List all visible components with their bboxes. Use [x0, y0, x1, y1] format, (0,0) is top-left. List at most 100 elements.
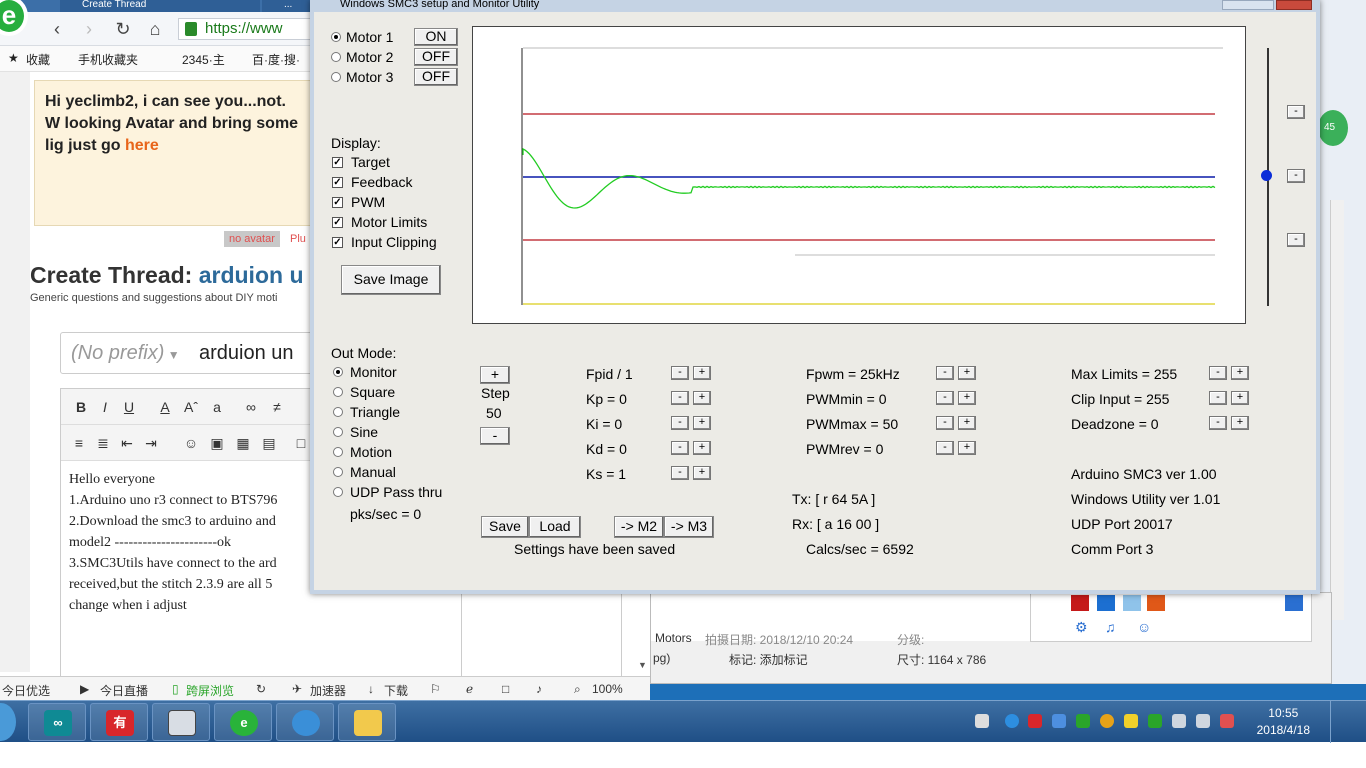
taskbar-browser[interactable]: e	[214, 703, 272, 741]
status-zoom[interactable]: 100%	[592, 682, 623, 696]
font-family-icon[interactable]: a	[207, 397, 227, 417]
copy-to-m2-button[interactable]: -> M2	[614, 516, 664, 538]
bold-icon[interactable]: B	[71, 397, 91, 417]
save-image-button[interactable]: Save Image	[341, 265, 441, 295]
smiley-icon[interactable]: ☺	[181, 433, 201, 453]
slider-knob[interactable]	[1261, 170, 1272, 181]
status-live[interactable]: 今日直播	[100, 682, 148, 699]
quote-icon[interactable]: ▤	[259, 433, 279, 453]
motor1-radio[interactable]	[331, 32, 341, 42]
windows-icon[interactable]	[1285, 595, 1303, 611]
pwmrev-plus-button[interactable]: +	[958, 441, 976, 455]
clip-input-plus-button[interactable]: +	[1231, 391, 1249, 405]
clip-input-minus-button[interactable]: -	[1209, 391, 1227, 405]
pwmmax-minus-button[interactable]: -	[936, 416, 954, 430]
tray-cloud-icon[interactable]	[1052, 714, 1066, 728]
side-button-mid[interactable]: -	[1287, 169, 1305, 183]
start-button[interactable]	[0, 703, 16, 741]
floating-badge-icon[interactable]: 45	[1318, 110, 1348, 146]
mute-icon[interactable]	[1220, 714, 1234, 728]
background-scrollbar[interactable]	[1330, 200, 1344, 620]
fav-mobile[interactable]: 手机收藏夹	[78, 51, 138, 68]
deadzone-plus-button[interactable]: +	[1231, 416, 1249, 430]
input-clipping-checkbox[interactable]: ✓	[332, 237, 343, 248]
tmall-icon[interactable]	[1071, 595, 1089, 611]
fpid-plus-button[interactable]: +	[693, 366, 711, 380]
bullet-list-icon[interactable]: ≡	[69, 433, 89, 453]
sale-icon[interactable]	[1147, 595, 1165, 611]
side-button-bottom[interactable]: -	[1287, 233, 1305, 247]
fav-collect[interactable]: 收藏	[26, 51, 50, 68]
max-limits-plus-button[interactable]: +	[1231, 366, 1249, 380]
refresh-icon[interactable]: ↻	[112, 18, 134, 40]
status-youxuan[interactable]: 今日优选	[2, 682, 50, 699]
status-cross-screen[interactable]: 跨屏浏览	[186, 682, 234, 699]
speaker-icon[interactable]: ♪	[536, 682, 542, 696]
prefix-select[interactable]: (No prefix) ▼	[71, 342, 180, 365]
pwmrev-minus-button[interactable]: -	[936, 441, 954, 455]
mode-triangle-radio[interactable]	[333, 407, 343, 417]
close-button[interactable]	[1276, 0, 1312, 10]
underline-icon[interactable]: U	[119, 397, 139, 417]
kd-minus-button[interactable]: -	[671, 441, 689, 455]
fav-baidu[interactable]: 百·度·搜·	[252, 51, 300, 68]
mode-monitor-radio[interactable]	[333, 367, 343, 377]
status-download[interactable]: 下载	[384, 682, 408, 699]
minimize-maximize-buttons[interactable]	[1222, 0, 1274, 10]
ks-plus-button[interactable]: +	[693, 466, 711, 480]
image-icon[interactable]: ▣	[207, 433, 227, 453]
status-accelerator[interactable]: 加速器	[310, 682, 346, 699]
motor1-toggle-button[interactable]: ON	[414, 28, 458, 46]
motor2-radio[interactable]	[331, 52, 341, 62]
taskbar-qq[interactable]	[276, 703, 334, 741]
mode-motion-radio[interactable]	[333, 447, 343, 457]
tab-create-thread[interactable]: Create Thread	[60, 0, 260, 12]
tray-green-icon[interactable]	[1076, 714, 1090, 728]
network-icon[interactable]	[1123, 595, 1141, 611]
load-button[interactable]: Load	[529, 516, 581, 538]
unlink-icon[interactable]: ≠	[267, 397, 287, 417]
window-icon[interactable]: □	[502, 682, 509, 696]
save-draft-icon[interactable]: □	[291, 433, 311, 453]
pwmmin-minus-button[interactable]: -	[936, 391, 954, 405]
save-button[interactable]: Save	[481, 516, 529, 538]
font-color-icon[interactable]: A	[155, 397, 175, 417]
mode-sine-radio[interactable]	[333, 427, 343, 437]
fpwm-plus-button[interactable]: +	[958, 366, 976, 380]
pwmmax-plus-button[interactable]: +	[958, 416, 976, 430]
number-list-icon[interactable]: ≣	[93, 433, 113, 453]
motor3-toggle-button[interactable]: OFF	[414, 68, 458, 86]
signal-icon[interactable]	[1196, 714, 1210, 728]
motor-limits-checkbox[interactable]: ✓	[332, 217, 343, 228]
ki-minus-button[interactable]: -	[671, 416, 689, 430]
clock[interactable]: 10:55 2018/4/18	[1257, 705, 1310, 739]
settings-icon[interactable]: ⚙	[1075, 619, 1088, 636]
taskbar-explorer[interactable]	[338, 703, 396, 741]
tray-device-icon[interactable]	[1172, 714, 1186, 728]
ks-minus-button[interactable]: -	[671, 466, 689, 480]
mode-udp-radio[interactable]	[333, 487, 343, 497]
notice-link[interactable]: here	[125, 137, 159, 154]
tray-plus-icon[interactable]	[1124, 714, 1138, 728]
italic-icon[interactable]: I	[95, 397, 115, 417]
feedback-checkbox[interactable]: ✓	[332, 177, 343, 188]
pwmmin-plus-button[interactable]: +	[958, 391, 976, 405]
tray-youdao-icon[interactable]	[1028, 714, 1042, 728]
mode-manual-radio[interactable]	[333, 467, 343, 477]
volume-icon[interactable]: ♫	[1105, 619, 1116, 635]
tab-second[interactable]: ...	[262, 0, 312, 12]
tag-field[interactable]: 标记: 添加标记	[729, 651, 808, 668]
kp-plus-button[interactable]: +	[693, 391, 711, 405]
thread-title-input[interactable]: arduion un	[199, 342, 294, 365]
deadzone-minus-button[interactable]: -	[1209, 416, 1227, 430]
fav-2345[interactable]: 2345·主	[182, 51, 225, 68]
forward-button[interactable]: ›	[78, 18, 100, 40]
target-checkbox[interactable]: ✓	[332, 157, 343, 168]
copy-to-m3-button[interactable]: -> M3	[664, 516, 714, 538]
scroll-down-icon[interactable]: ▼	[638, 660, 647, 670]
taskbar-window[interactable]	[152, 703, 210, 741]
side-button-top[interactable]: -	[1287, 105, 1305, 119]
pwm-checkbox[interactable]: ✓	[332, 197, 343, 208]
taobao-icon[interactable]	[1097, 595, 1115, 611]
max-limits-minus-button[interactable]: -	[1209, 366, 1227, 380]
